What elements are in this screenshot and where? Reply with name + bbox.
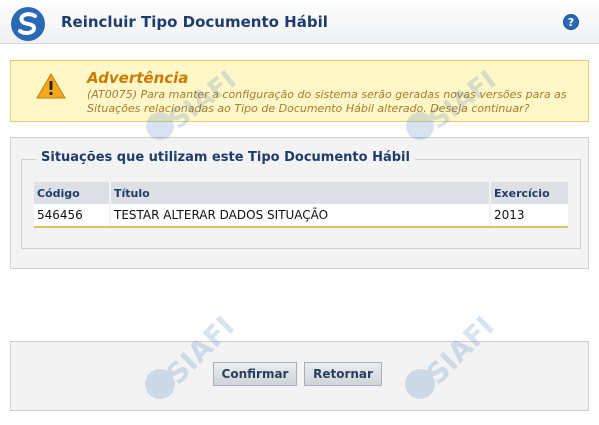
back-button[interactable]: Retornar — [304, 362, 382, 386]
table-row[interactable]: 546456 TESTAR ALTERAR DADOS SITUAÇÃO 201… — [34, 204, 568, 228]
table-header-row: Código Título Exercício — [34, 182, 568, 204]
column-header-codigo[interactable]: Código — [34, 182, 111, 204]
situations-table: Código Título Exercício 546456 TESTAR AL… — [34, 182, 568, 228]
column-header-exercicio[interactable]: Exercício — [490, 182, 568, 204]
situations-panel: Situações que utilizam este Tipo Documen… — [10, 137, 589, 269]
actions-panel: Confirmar Retornar — [10, 341, 589, 411]
warning-triangle-icon — [36, 73, 66, 99]
help-icon[interactable]: ? — [563, 14, 579, 30]
warning-panel: Advertência (AT0075) Para manter a confi… — [10, 60, 589, 122]
confirm-button[interactable]: Confirmar — [213, 362, 297, 386]
siafi-logo-icon — [11, 7, 45, 41]
dialog-header: Reincluir Tipo Documento Hábil ? — [0, 0, 599, 44]
situations-legend: Situações que utilizam este Tipo Documen… — [36, 150, 415, 165]
warning-message: (AT0075) Para manter a configuração do s… — [87, 88, 567, 115]
column-header-titulo[interactable]: Título — [110, 182, 491, 204]
situations-fieldset: Situações que utilizam este Tipo Documen… — [21, 150, 581, 249]
dialog-title: Reincluir Tipo Documento Hábil — [61, 13, 328, 31]
cell-codigo: 546456 — [34, 204, 111, 228]
warning-title: Advertência — [87, 69, 189, 87]
cell-exercicio: 2013 — [490, 204, 568, 228]
cell-titulo: TESTAR ALTERAR DADOS SITUAÇÃO — [110, 204, 491, 228]
